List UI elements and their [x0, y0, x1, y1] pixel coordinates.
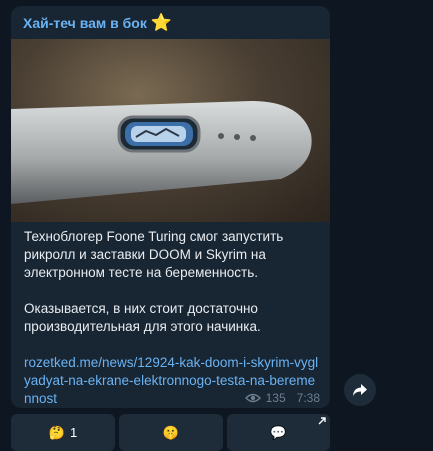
eye-icon: [244, 393, 261, 403]
channel-name[interactable]: Хай-теч вам в бок: [23, 15, 147, 31]
post-photo[interactable]: [11, 39, 330, 222]
post-paragraph: Оказывается, в них стоит достаточно прои…: [24, 301, 261, 334]
speech-bubble-icon: 💬: [270, 424, 287, 440]
post-text: Техноблогер Foone Turing смог запустить …: [24, 228, 320, 408]
share-button[interactable]: [344, 374, 376, 406]
channel-title[interactable]: Хай-теч вам в бок ⭐: [23, 13, 173, 32]
star-icon: ⭐: [150, 13, 173, 32]
reaction-count: 1: [69, 425, 78, 440]
share-icon: [353, 384, 367, 396]
thinking-face-icon: 🤔: [48, 424, 65, 440]
post-meta: 135 7:38: [244, 391, 320, 405]
reaction-button-thinking[interactable]: 🤔 1: [11, 414, 115, 451]
post-paragraph: Техноблогер Foone Turing смог запустить …: [24, 229, 284, 280]
comments-button[interactable]: 💬: [227, 414, 330, 451]
reaction-button-shushing[interactable]: 🤫: [119, 414, 223, 451]
views-count: 135: [265, 391, 286, 405]
arrow-corner-icon: [318, 417, 326, 425]
reaction-bar: 🤔 1 🤫 💬: [11, 414, 330, 451]
shushing-face-icon: 🤫: [162, 424, 180, 440]
message-bubble: Хай-теч вам в бок ⭐ Техноблогер Foone Tu…: [11, 6, 330, 408]
pregnancy-test-image: [11, 101, 312, 204]
post-time: 7:38: [296, 391, 320, 405]
